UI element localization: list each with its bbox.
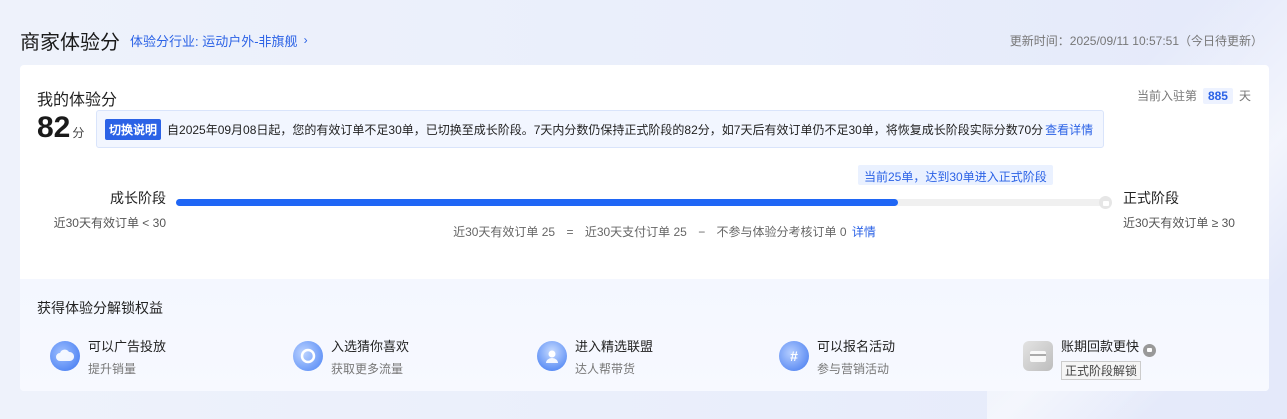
excluded-orders: 不参与体验分考核订单 0 [716, 225, 847, 239]
benefit-title: 账期回款更快 [1061, 339, 1140, 354]
days-joined: 当前入驻第 885 天 [1137, 87, 1251, 104]
industry-link[interactable]: 体验分行业: 运动户外-非旗舰 › [130, 31, 308, 50]
update-time: 更新时间：2025/09/11 10:57:51（今日待更新） [1009, 33, 1263, 48]
minus-sign: − [698, 225, 706, 239]
benefits-panel: 获得体验分解锁权益 可以广告投放 提升销量 入选猜你喜欢 获取更多流量 进入精选… [20, 279, 1269, 391]
notice-tag: 切换说明 [105, 118, 162, 140]
formal-stage-name: 正式阶段 [1123, 190, 1179, 206]
benefit-activity[interactable]: # 可以报名活动 参与营销活动 [779, 336, 895, 377]
paid-orders: 近30天支付订单 25 [584, 225, 687, 239]
wallet-card-icon [1023, 341, 1053, 371]
benefit-faster-payment[interactable]: 账期回款更快 正式阶段解锁 [1023, 336, 1157, 380]
benefit-subtitle: 获取更多流量 [331, 362, 404, 376]
benefit-ad-placement[interactable]: 可以广告投放 提升销量 [50, 336, 166, 377]
order-formula: 近30天有效订单 25 = 近30天支付订单 25 − 不参与体验分考核订单 0… [20, 223, 1269, 240]
section-title: 我的体验分 [37, 92, 118, 109]
growth-stage-name: 成长阶段 [110, 190, 166, 206]
benefit-subtitle: 参与营销活动 [817, 362, 890, 376]
benefit-title: 进入精选联盟 [575, 339, 654, 354]
unlock-badge: 正式阶段解锁 [1061, 360, 1142, 380]
stage-progress-bar [176, 199, 1103, 206]
days-value: 885 [1202, 87, 1233, 104]
benefit-title: 入选猜你喜欢 [331, 339, 410, 354]
benefit-recommend[interactable]: 入选猜你喜欢 获取更多流量 [293, 336, 409, 377]
recommend-icon [293, 341, 323, 371]
lock-icon [1143, 343, 1157, 357]
industry-link-label: 体验分行业: 运动户外-非旗舰 [130, 33, 298, 49]
benefit-alliance[interactable]: 进入精选联盟 达人帮带货 [537, 336, 653, 377]
benefit-title: 可以广告投放 [88, 339, 167, 354]
switch-notice: 切换说明 自2025年09月08日起，您的有效订单不足30单，已切换至成长阶段。… [96, 110, 1104, 148]
benefit-subtitle: 达人帮带货 [575, 362, 636, 376]
page-title: 商家体验分 [20, 31, 120, 54]
score-value: 82 [37, 111, 71, 144]
valid-orders: 近30天有效订单 25 [453, 225, 556, 239]
lock-icon [1099, 196, 1112, 209]
page-header: 商家体验分 体验分行业: 运动户外-非旗舰 › 更新时间：2025/09/11 … [20, 26, 1263, 54]
notice-text: 自2025年09月08日起，您的有效订单不足30单，已切换至成长阶段。7天内分数… [167, 122, 1044, 137]
equals-sign: = [566, 225, 574, 239]
benefit-title: 可以报名活动 [817, 339, 896, 354]
days-prefix: 当前入驻第 [1136, 89, 1197, 103]
activity-hashtag-icon: # [779, 341, 809, 371]
view-details-link[interactable]: 查看详情 [1045, 121, 1093, 138]
experience-score: 82 分 [37, 111, 84, 145]
benefit-subtitle: 提升销量 [88, 362, 137, 376]
score-card: 我的体验分 当前入驻第 885 天 82 分 切换说明 自2025年09月08日… [20, 65, 1269, 391]
score-panel: 我的体验分 当前入驻第 885 天 82 分 切换说明 自2025年09月08日… [20, 65, 1269, 279]
influencer-icon [537, 341, 567, 371]
progress-tooltip: 当前25单，达到30单进入正式阶段 [858, 165, 1053, 185]
formula-details-link[interactable]: 详情 [852, 225, 876, 239]
benefits-title: 获得体验分解锁权益 [37, 300, 163, 316]
stage-progress-fill [176, 199, 899, 206]
chevron-right-icon: › [303, 33, 308, 47]
score-unit: 分 [72, 126, 85, 140]
ad-cloud-icon [50, 341, 80, 371]
days-suffix: 天 [1238, 89, 1251, 103]
